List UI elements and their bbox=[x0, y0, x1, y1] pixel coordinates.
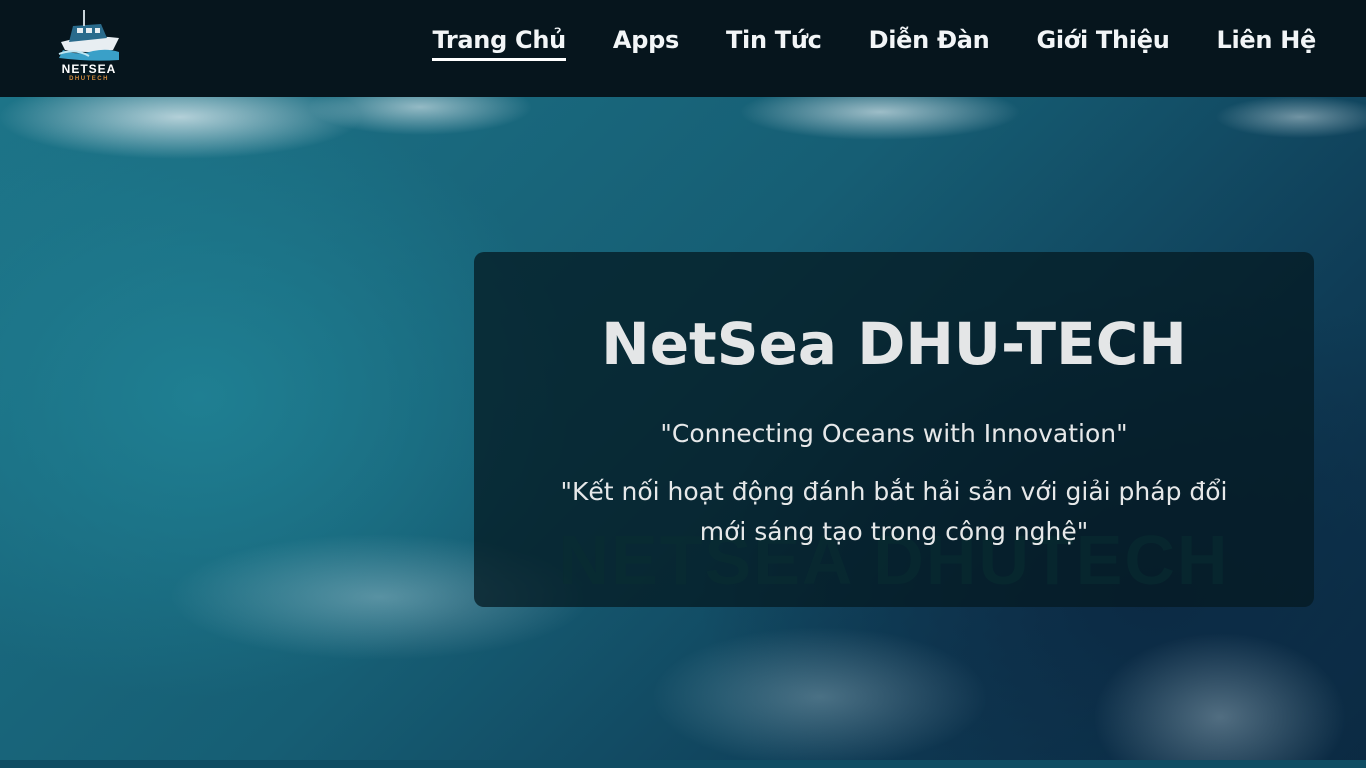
nav-item-tin-tuc[interactable]: Tin Tức bbox=[726, 26, 822, 60]
hero-bottom-strip bbox=[0, 760, 1366, 768]
hero-tagline: "Connecting Oceans with Innovation" bbox=[660, 419, 1128, 448]
navbar: NETSEA DHUTECH Trang Chủ Apps Tin Tức Di… bbox=[0, 0, 1366, 97]
brand-subtitle: DHUTECH bbox=[69, 76, 109, 82]
hero-description: "Kết nối hoạt động đánh bắt hải sản với … bbox=[560, 477, 1228, 546]
hero-title: NetSea DHU-TECH bbox=[601, 310, 1187, 378]
logo[interactable]: NETSEA DHUTECH bbox=[47, 4, 131, 88]
nav-item-trang-chu[interactable]: Trang Chủ bbox=[432, 26, 567, 61]
nav-item-apps[interactable]: Apps bbox=[613, 26, 679, 60]
hero-card: NETSEA DHUTECH NetSea DHU-TECH "Connecti… bbox=[474, 252, 1314, 607]
nav-item-dien-dan[interactable]: Diễn Đàn bbox=[869, 26, 990, 60]
nav-item-lien-he[interactable]: Liên Hệ bbox=[1216, 26, 1316, 60]
brand-name: NETSEA bbox=[61, 62, 117, 76]
main-nav: Trang Chủ Apps Tin Tức Diễn Đàn Giới Thi… bbox=[432, 26, 1316, 61]
nav-item-gioi-thieu[interactable]: Giới Thiệu bbox=[1036, 26, 1169, 60]
ship-icon bbox=[58, 10, 119, 61]
